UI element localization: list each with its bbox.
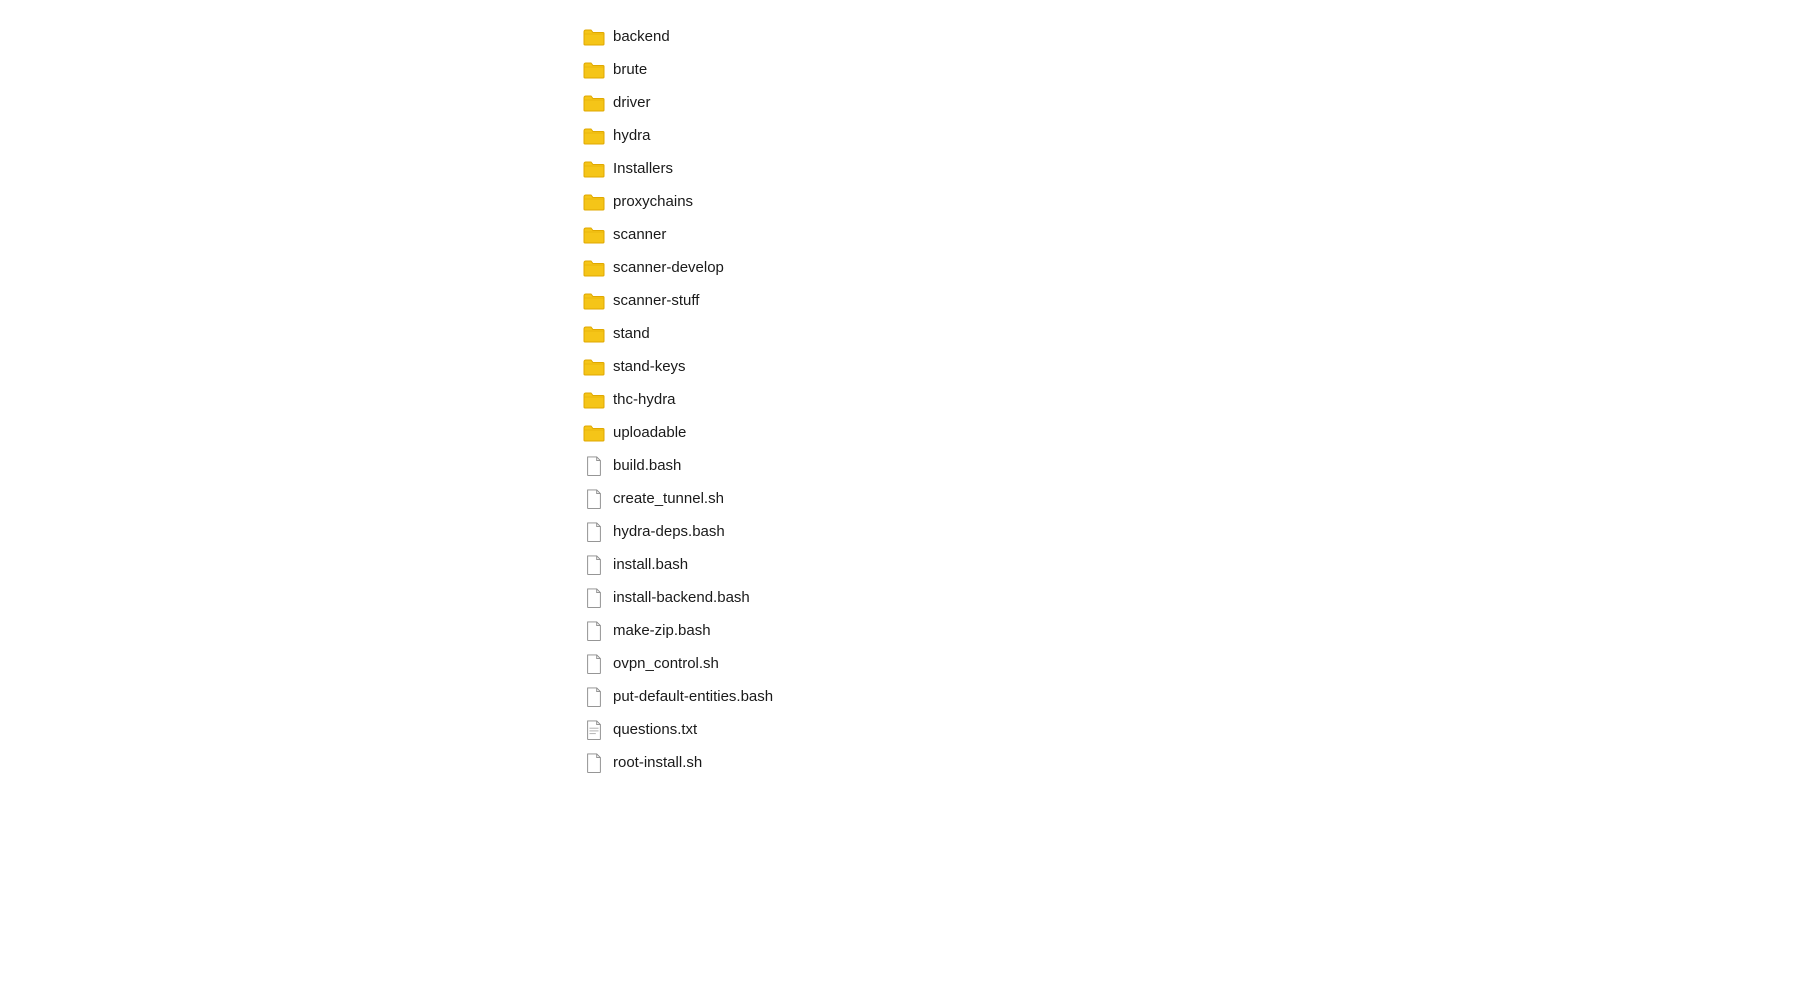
- item-label: scanner-stuff: [613, 292, 699, 309]
- item-label: hydra-deps.bash: [613, 523, 725, 540]
- list-item[interactable]: install.bash: [575, 548, 1800, 581]
- item-label: questions.txt: [613, 721, 697, 738]
- item-label: make-zip.bash: [613, 622, 711, 639]
- list-item[interactable]: proxychains: [575, 185, 1800, 218]
- folder-icon: [583, 356, 605, 378]
- file-icon: [583, 653, 605, 675]
- list-item[interactable]: stand-keys: [575, 350, 1800, 383]
- folder-icon: [583, 59, 605, 81]
- file-icon: [583, 686, 605, 708]
- folder-icon: [583, 257, 605, 279]
- folder-icon: [583, 389, 605, 411]
- list-item[interactable]: root-install.sh: [575, 746, 1800, 779]
- item-label: stand-keys: [613, 358, 686, 375]
- item-label: put-default-entities.bash: [613, 688, 773, 705]
- file-icon: [583, 620, 605, 642]
- file-icon: [583, 752, 605, 774]
- list-item[interactable]: ovpn_control.sh: [575, 647, 1800, 680]
- list-item[interactable]: Installers: [575, 152, 1800, 185]
- list-item[interactable]: uploadable: [575, 416, 1800, 449]
- item-label: ovpn_control.sh: [613, 655, 719, 672]
- list-item[interactable]: hydra-deps.bash: [575, 515, 1800, 548]
- item-label: scanner-develop: [613, 259, 724, 276]
- list-item[interactable]: build.bash: [575, 449, 1800, 482]
- item-label: driver: [613, 94, 651, 111]
- list-item[interactable]: put-default-entities.bash: [575, 680, 1800, 713]
- folder-icon: [583, 323, 605, 345]
- folder-icon: [583, 125, 605, 147]
- folder-icon: [583, 158, 605, 180]
- file-icon: [583, 554, 605, 576]
- list-item[interactable]: create_tunnel.sh: [575, 482, 1800, 515]
- item-label: hydra: [613, 127, 651, 144]
- item-label: thc-hydra: [613, 391, 676, 408]
- item-label: scanner: [613, 226, 666, 243]
- list-item[interactable]: hydra: [575, 119, 1800, 152]
- list-item[interactable]: questions.txt: [575, 713, 1800, 746]
- file-list: backend brute driver hydra Installers pr…: [575, 0, 1800, 799]
- text-file-icon: [583, 719, 605, 741]
- file-icon: [583, 488, 605, 510]
- item-label: install.bash: [613, 556, 688, 573]
- list-item[interactable]: backend: [575, 20, 1800, 53]
- item-label: brute: [613, 61, 647, 78]
- list-item[interactable]: scanner-stuff: [575, 284, 1800, 317]
- list-item[interactable]: scanner: [575, 218, 1800, 251]
- item-label: uploadable: [613, 424, 686, 441]
- item-label: root-install.sh: [613, 754, 702, 771]
- folder-icon: [583, 224, 605, 246]
- file-icon: [583, 587, 605, 609]
- item-label: install-backend.bash: [613, 589, 750, 606]
- list-item[interactable]: install-backend.bash: [575, 581, 1800, 614]
- item-label: create_tunnel.sh: [613, 490, 724, 507]
- file-icon: [583, 455, 605, 477]
- folder-icon: [583, 92, 605, 114]
- item-label: proxychains: [613, 193, 693, 210]
- list-item[interactable]: stand: [575, 317, 1800, 350]
- list-item[interactable]: driver: [575, 86, 1800, 119]
- item-label: Installers: [613, 160, 673, 177]
- list-item[interactable]: thc-hydra: [575, 383, 1800, 416]
- folder-icon: [583, 191, 605, 213]
- folder-icon: [583, 26, 605, 48]
- folder-icon: [583, 290, 605, 312]
- file-icon: [583, 521, 605, 543]
- list-item[interactable]: scanner-develop: [575, 251, 1800, 284]
- folder-icon: [583, 422, 605, 444]
- item-label: stand: [613, 325, 650, 342]
- list-item[interactable]: make-zip.bash: [575, 614, 1800, 647]
- item-label: build.bash: [613, 457, 681, 474]
- list-item[interactable]: brute: [575, 53, 1800, 86]
- item-label: backend: [613, 28, 670, 45]
